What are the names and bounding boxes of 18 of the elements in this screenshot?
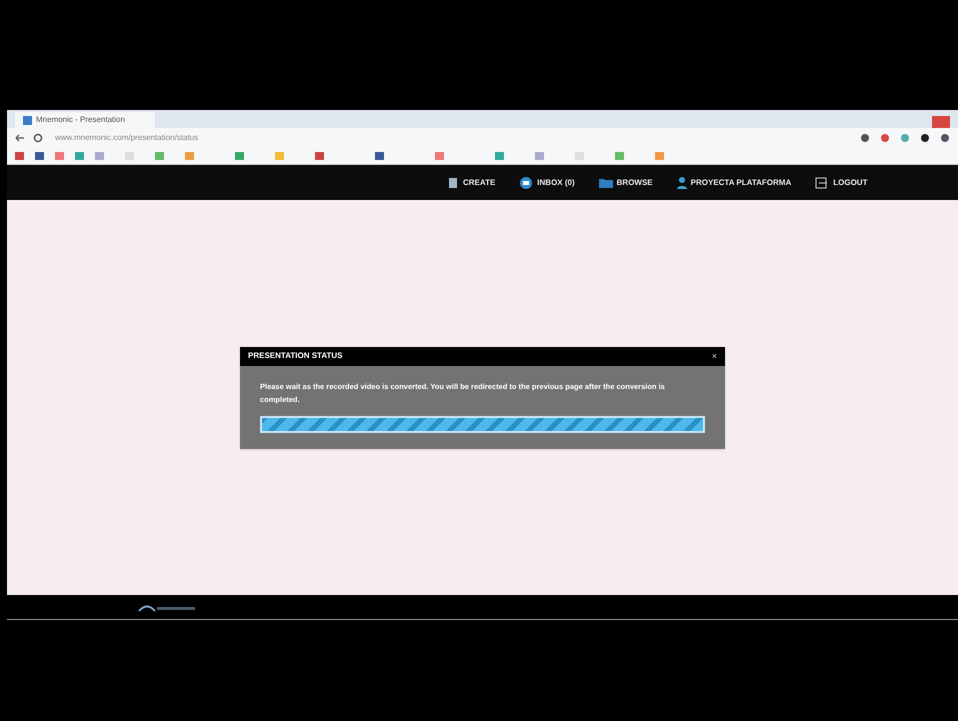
reload-icon[interactable] xyxy=(33,132,43,142)
close-button[interactable]: × xyxy=(712,352,717,360)
dialog-title: PRESENTATION STATUS xyxy=(248,350,343,362)
browser-tab[interactable]: Mnemonic - Presentation xyxy=(15,112,155,128)
back-icon[interactable] xyxy=(15,132,25,142)
nav-link[interactable]: INBOX (0) xyxy=(519,176,575,188)
nav-link[interactable]: CREATE xyxy=(447,176,496,188)
extension-icons[interactable] xyxy=(860,132,950,142)
tab-title: Mnemonic - Presentation xyxy=(36,114,125,126)
folder-icon xyxy=(598,177,613,188)
nav-link[interactable]: BROWSE xyxy=(598,176,653,188)
page-icon xyxy=(23,116,32,124)
logout-icon xyxy=(815,176,830,188)
nav-link[interactable]: LOGOUT xyxy=(815,176,868,188)
document-icon xyxy=(447,176,459,188)
nav-link[interactable]: PROYECTA PLATAFORMA xyxy=(676,176,792,188)
inbox-icon xyxy=(519,176,534,188)
user-icon xyxy=(676,176,687,188)
